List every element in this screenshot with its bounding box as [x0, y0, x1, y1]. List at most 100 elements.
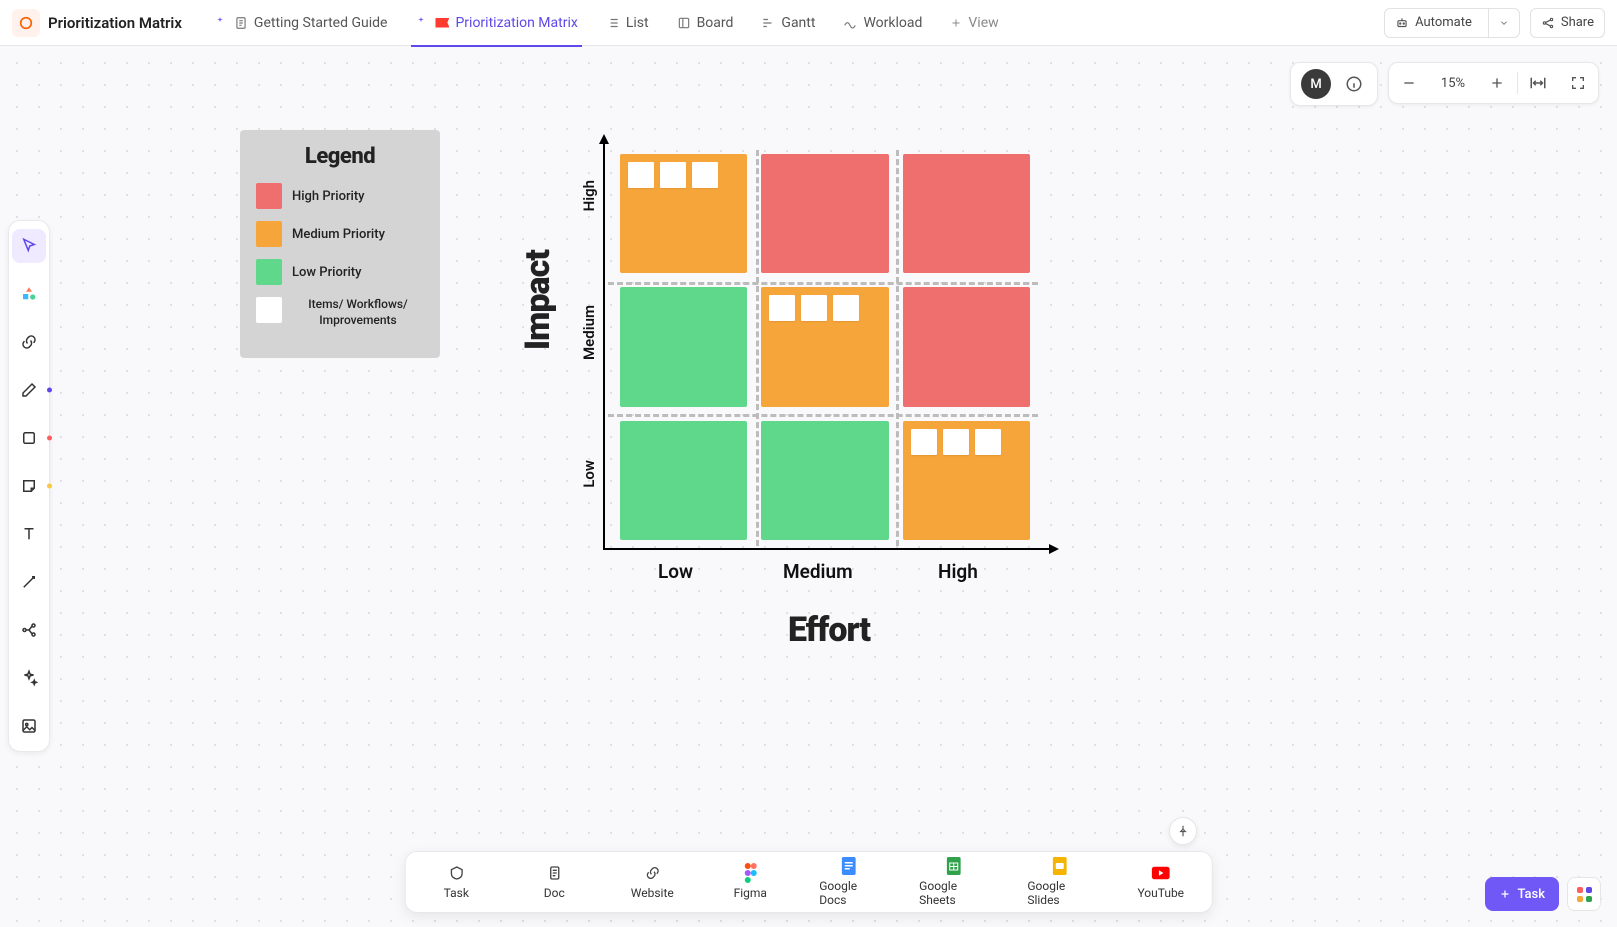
cell-high-medium[interactable]: [761, 154, 888, 273]
cell-medium-medium[interactable]: [761, 287, 888, 406]
zoom-in-button[interactable]: [1477, 62, 1517, 104]
add-view-button[interactable]: View: [936, 15, 1012, 31]
legend-label: Low Priority: [292, 265, 361, 280]
share-button[interactable]: Share: [1530, 8, 1605, 38]
workload-icon: [843, 16, 857, 30]
shapes-color-icon: [20, 285, 38, 303]
view-list[interactable]: List: [592, 0, 663, 46]
legend-item-items: Items/ Workflows/ Improvements: [256, 297, 424, 328]
space-avatar[interactable]: [12, 9, 40, 37]
plus-icon: [1499, 888, 1511, 900]
apps-button[interactable]: [1567, 877, 1601, 911]
insert-youtube[interactable]: YouTube: [1132, 864, 1190, 900]
fit-width-button[interactable]: [1518, 62, 1558, 104]
item-label: Task: [444, 886, 469, 900]
new-task-button[interactable]: Task: [1485, 877, 1559, 911]
pin-icon: [1176, 824, 1190, 838]
sticky-note[interactable]: [769, 295, 795, 321]
image-tool[interactable]: [12, 709, 46, 743]
insert-google-slides[interactable]: Google Slides: [1027, 857, 1091, 907]
plus-icon: [950, 17, 962, 29]
connector-icon: [20, 573, 38, 591]
legend-card[interactable]: Legend High Priority Medium Priority Low…: [240, 130, 440, 358]
view-getting-started[interactable]: Getting Started Guide: [200, 0, 402, 46]
automate-dropdown[interactable]: [1488, 8, 1519, 38]
view-label: Workload: [863, 15, 922, 31]
info-button[interactable]: [1341, 71, 1367, 97]
matrix-cells: [620, 154, 1030, 540]
x-axis-line: [603, 548, 1051, 550]
swatch-items: [256, 297, 282, 323]
view-label: List: [626, 15, 649, 31]
legend-item-medium: Medium Priority: [256, 221, 424, 247]
zoom-out-button[interactable]: [1389, 62, 1429, 104]
cell-low-medium[interactable]: [761, 421, 888, 540]
pen-icon: [20, 381, 38, 399]
ai-tool[interactable]: [12, 661, 46, 695]
sticky-note[interactable]: [911, 429, 937, 455]
insert-google-sheets[interactable]: Google Sheets: [919, 857, 987, 907]
link-icon: [643, 864, 661, 882]
sticky-note-tool[interactable]: [12, 469, 46, 503]
sticky-note-icon: [20, 477, 38, 495]
swatch-high: [256, 183, 282, 209]
canvas-top-controls: M 15%: [1290, 62, 1599, 106]
insert-toolbar: Task Doc Website Figma Google Docs Googl…: [404, 851, 1213, 913]
sticky-note[interactable]: [692, 162, 718, 188]
view-board[interactable]: Board: [663, 0, 748, 46]
insert-website[interactable]: Website: [623, 864, 681, 900]
automate-button[interactable]: Automate: [1384, 8, 1520, 38]
select-tool[interactable]: [12, 229, 46, 263]
cell-medium-high[interactable]: [903, 287, 1030, 406]
insert-task[interactable]: Task: [427, 864, 485, 900]
sticky-note[interactable]: [801, 295, 827, 321]
legend-label: Items/ Workflows/ Improvements: [292, 297, 424, 328]
gantt-icon: [761, 16, 775, 30]
link-tool[interactable]: [12, 325, 46, 359]
insert-google-docs[interactable]: Google Docs: [819, 857, 879, 907]
templates-tool[interactable]: [12, 277, 46, 311]
user-avatar[interactable]: M: [1301, 69, 1331, 99]
cell-high-high[interactable]: [903, 154, 1030, 273]
sticky-note[interactable]: [975, 429, 1001, 455]
apps-grid-icon: [1577, 887, 1592, 902]
cell-low-high[interactable]: [903, 421, 1030, 540]
cursor-icon: [20, 237, 38, 255]
view-gantt[interactable]: Gantt: [747, 0, 829, 46]
google-sheets-icon: [944, 857, 962, 875]
sticky-note[interactable]: [833, 295, 859, 321]
space-title[interactable]: Prioritization Matrix: [48, 14, 192, 32]
x-tick-high: High: [938, 560, 978, 583]
cell-medium-low[interactable]: [620, 287, 747, 406]
insert-doc[interactable]: Doc: [525, 864, 583, 900]
sticky-note[interactable]: [628, 162, 654, 188]
pen-tool[interactable]: [12, 373, 46, 407]
left-toolbar: [8, 220, 50, 752]
youtube-icon: [1152, 864, 1170, 882]
view-label: Getting Started Guide: [254, 15, 388, 31]
text-tool[interactable]: [12, 517, 46, 551]
view-workload[interactable]: Workload: [829, 0, 936, 46]
cell-high-low[interactable]: [620, 154, 747, 273]
cell-low-low[interactable]: [620, 421, 747, 540]
view-prioritization-matrix[interactable]: Prioritization Matrix: [401, 0, 591, 46]
sticky-note[interactable]: [943, 429, 969, 455]
notes-group: [628, 162, 718, 188]
branch-icon: [20, 621, 38, 639]
header-right: Automate Share: [1384, 8, 1605, 38]
pin-toolbar-button[interactable]: [1169, 817, 1197, 845]
text-icon: [20, 525, 38, 543]
fullscreen-button[interactable]: [1558, 62, 1598, 104]
add-view-label: View: [968, 15, 998, 31]
top-header: Prioritization Matrix Getting Started Gu…: [0, 0, 1617, 46]
share-icon: [1541, 16, 1555, 30]
y-axis-title: Impact: [518, 250, 558, 350]
share-label: Share: [1561, 15, 1594, 30]
shape-tool[interactable]: [12, 421, 46, 455]
item-label: Google Sheets: [919, 879, 987, 907]
insert-figma[interactable]: Figma: [721, 864, 779, 900]
sticky-note[interactable]: [660, 162, 686, 188]
connector-tool[interactable]: [12, 565, 46, 599]
zoom-level[interactable]: 15%: [1429, 76, 1477, 91]
mindmap-tool[interactable]: [12, 613, 46, 647]
